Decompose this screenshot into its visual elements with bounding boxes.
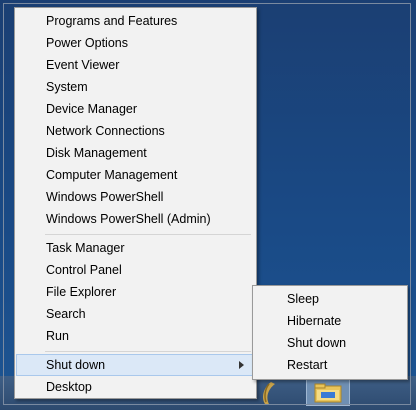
menu-item-device-manager[interactable]: Device Manager xyxy=(16,98,255,120)
menu-item-programs-and-features[interactable]: Programs and Features xyxy=(16,10,255,32)
winx-menu: Programs and Features Power Options Even… xyxy=(14,7,257,399)
menu-item-event-viewer[interactable]: Event Viewer xyxy=(16,54,255,76)
menu-item-disk-management[interactable]: Disk Management xyxy=(16,142,255,164)
menu-item-power-options[interactable]: Power Options xyxy=(16,32,255,54)
menu-item-shut-down[interactable]: Shut down xyxy=(16,354,255,376)
menu-item-desktop[interactable]: Desktop xyxy=(16,376,255,398)
submenu-item-restart[interactable]: Restart xyxy=(254,354,406,376)
menu-item-network-connections[interactable]: Network Connections xyxy=(16,120,255,142)
menu-item-windows-powershell-admin[interactable]: Windows PowerShell (Admin) xyxy=(16,208,255,230)
menu-separator xyxy=(45,351,251,352)
menu-item-search[interactable]: Search xyxy=(16,303,255,325)
menu-item-windows-powershell[interactable]: Windows PowerShell xyxy=(16,186,255,208)
submenu-item-hibernate[interactable]: Hibernate xyxy=(254,310,406,332)
menu-item-control-panel[interactable]: Control Panel xyxy=(16,259,255,281)
menu-item-file-explorer[interactable]: File Explorer xyxy=(16,281,255,303)
submenu-item-sleep[interactable]: Sleep xyxy=(254,288,406,310)
menu-separator xyxy=(45,234,251,235)
shut-down-submenu: Sleep Hibernate Shut down Restart xyxy=(252,285,408,380)
menu-item-task-manager[interactable]: Task Manager xyxy=(16,237,255,259)
menu-item-computer-management[interactable]: Computer Management xyxy=(16,164,255,186)
folder-icon xyxy=(314,383,342,403)
taskbar-app-icon[interactable] xyxy=(257,380,277,406)
menu-item-run[interactable]: Run xyxy=(16,325,255,347)
menu-item-system[interactable]: System xyxy=(16,76,255,98)
chevron-right-icon xyxy=(239,361,244,369)
submenu-item-shut-down[interactable]: Shut down xyxy=(254,332,406,354)
menu-item-shut-down-label: Shut down xyxy=(46,358,106,372)
